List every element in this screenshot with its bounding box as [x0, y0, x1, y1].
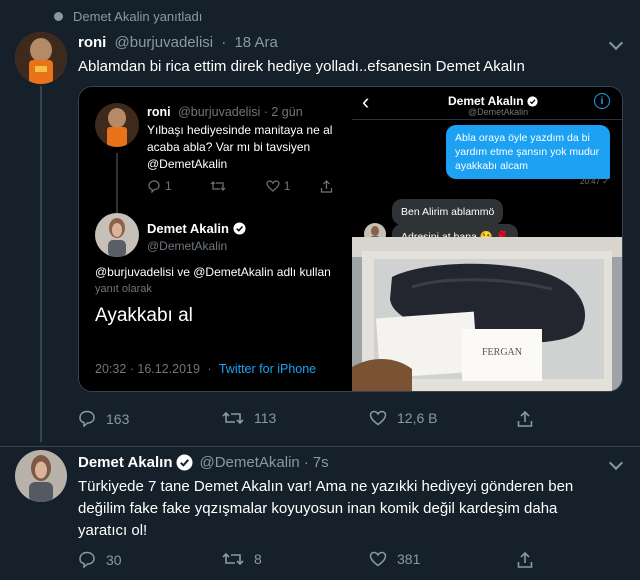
reply-button[interactable]: 163	[78, 410, 129, 427]
tweet-date[interactable]: 18 Ara	[234, 34, 277, 51]
like-count: 381	[397, 551, 421, 567]
embedded-author-name: roni	[147, 105, 171, 119]
like-button[interactable]: 12,6 B	[369, 410, 437, 426]
embedded-reply-icon	[148, 179, 160, 193]
share-button[interactable]	[516, 551, 544, 569]
embedded-avatar-demet	[95, 213, 139, 257]
embedded-timestamp: 20:32 · 16.12.2019	[95, 362, 200, 376]
social-context-text: Demet Akalin yanıtladı	[73, 8, 203, 24]
reply-button[interactable]: 30	[78, 551, 122, 568]
avatar-roni[interactable]	[15, 32, 67, 84]
reply-icon	[79, 410, 95, 427]
tweet2-line3: yaratıcı ol!	[78, 522, 148, 539]
embedded-thread-line	[116, 153, 118, 215]
tweet-divider	[0, 446, 640, 447]
like-icon	[369, 410, 387, 426]
embedded-reply-handle: @DemetAkalin	[147, 239, 228, 253]
share-button[interactable]	[516, 410, 544, 428]
retweet-button[interactable]: 8	[222, 551, 262, 567]
embedded-timestamp-row: 20:32 · 16.12.2019 · Twitter for iPhone	[95, 362, 317, 376]
reply-indicator-icon	[54, 11, 63, 21]
retweet-count: 113	[254, 410, 277, 426]
author-handle[interactable]: @burjuvadelisi	[115, 34, 214, 51]
embedded-line1: Yılbaşı hediyesinde manitaya ne al	[147, 123, 333, 137]
separator: ·	[303, 454, 309, 471]
embedded-verified-icon	[233, 222, 246, 235]
social-context[interactable]: Demet Akalin yanıtladı	[54, 7, 202, 25]
embedded-retweet-icon	[210, 181, 226, 191]
embedded-dm-screenshot: ‹ Demet Akalın @DemetAkalin i Abla oraya…	[352, 87, 622, 391]
share-icon	[517, 551, 533, 568]
dm-back-icon: ‹	[362, 89, 370, 114]
dm-header-name-row: Demet Akalın	[448, 94, 538, 108]
dm-bubble-time: 20:47 ✓	[580, 177, 609, 186]
embedded-source: Twitter for iPhone	[218, 362, 317, 376]
embedded-like-icon	[266, 180, 280, 192]
avatar-demet-akalin[interactable]	[15, 450, 67, 502]
retweet-icon	[222, 552, 244, 566]
retweet-count: 8	[254, 551, 262, 567]
like-button[interactable]: 381	[369, 551, 420, 567]
embedded-avatar-roni	[95, 103, 139, 147]
reply-icon	[79, 551, 95, 568]
thread-connector	[40, 86, 42, 442]
share-icon	[517, 410, 533, 427]
author-handle[interactable]: @DemetAkalin	[199, 454, 299, 471]
tweet-date[interactable]: 7s	[313, 454, 329, 471]
author-name[interactable]: roni	[78, 34, 106, 51]
tweet2-line2: değilim fake fake yqzışmalar koyuyosun i…	[78, 500, 558, 517]
dm-header-name: Demet Akalın	[448, 94, 524, 108]
embedded-reply-header: Demet Akalin	[147, 221, 246, 236]
dm-header-divider	[352, 119, 622, 120]
embedded-line2: acaba abla? Var mı bi tavsiyen	[147, 140, 311, 154]
embedded-header: roni @burjuvadelisi · 2 gün	[147, 105, 303, 119]
embedded-tweet-screenshot: roni @burjuvadelisi · 2 gün Yılbaşı hedi…	[79, 87, 350, 391]
embedded-reply-text: Ayakkabı al	[95, 305, 193, 326]
tweet1-header: roni @burjuvadelisi · 18 Ara	[78, 34, 278, 51]
embedded-handle-time: @burjuvadelisi · 2 gün	[178, 105, 303, 119]
embedded-reply-name: Demet Akalin	[147, 221, 229, 236]
tweet1-media[interactable]: roni @burjuvadelisi · 2 gün Yılbaşı hedi…	[78, 86, 623, 392]
embedded-action-row: 1 1	[147, 179, 333, 193]
tweet2-more-chevron-icon[interactable]	[608, 455, 624, 471]
dm-header-handle: @DemetAkalin	[468, 107, 529, 117]
tweet1-more-chevron-icon[interactable]	[608, 35, 624, 51]
dm-verified-icon	[526, 95, 538, 107]
verified-badge-icon	[176, 454, 193, 471]
embedded-reply-count: 1	[165, 179, 172, 193]
embedded-like-count: 1	[283, 179, 291, 193]
retweet-button[interactable]: 113	[222, 410, 276, 426]
tweet2-header: Demet Akalın @DemetAkalin · 7s	[78, 454, 329, 471]
embedded-reply-to: @burjuvadelisi ve @DemetAkalin adlı kull…	[95, 265, 331, 279]
shoe-box-photo: FERGAN	[352, 237, 622, 391]
reply-count: 163	[106, 410, 130, 427]
retweet-icon	[222, 411, 244, 425]
author-name[interactable]: Demet Akalın	[78, 454, 172, 471]
like-icon	[369, 551, 387, 567]
dm-info-icon: i	[594, 93, 610, 109]
embedded-mention: @DemetAkalin	[147, 157, 228, 171]
embedded-share-icon	[321, 179, 333, 193]
reply-count: 30	[106, 551, 122, 568]
dm-bubble-incoming-1: Ben Alirim ablammö	[392, 199, 504, 225]
like-count: 12,6 B	[397, 410, 438, 426]
separator: ·	[221, 34, 227, 51]
card-brand: FERGAN	[482, 347, 522, 358]
tweet1-text: Ablamdan bi rica ettim direk hediye yoll…	[78, 58, 525, 75]
embedded-reply-label: yanıt olarak	[95, 283, 152, 295]
dm-bubble-outgoing: Abla oraya öyle yazdım da bi yardım etme…	[446, 125, 610, 179]
tweet2-line1: Türkiyede 7 tane Demet Akalın var! Ama n…	[78, 478, 574, 495]
